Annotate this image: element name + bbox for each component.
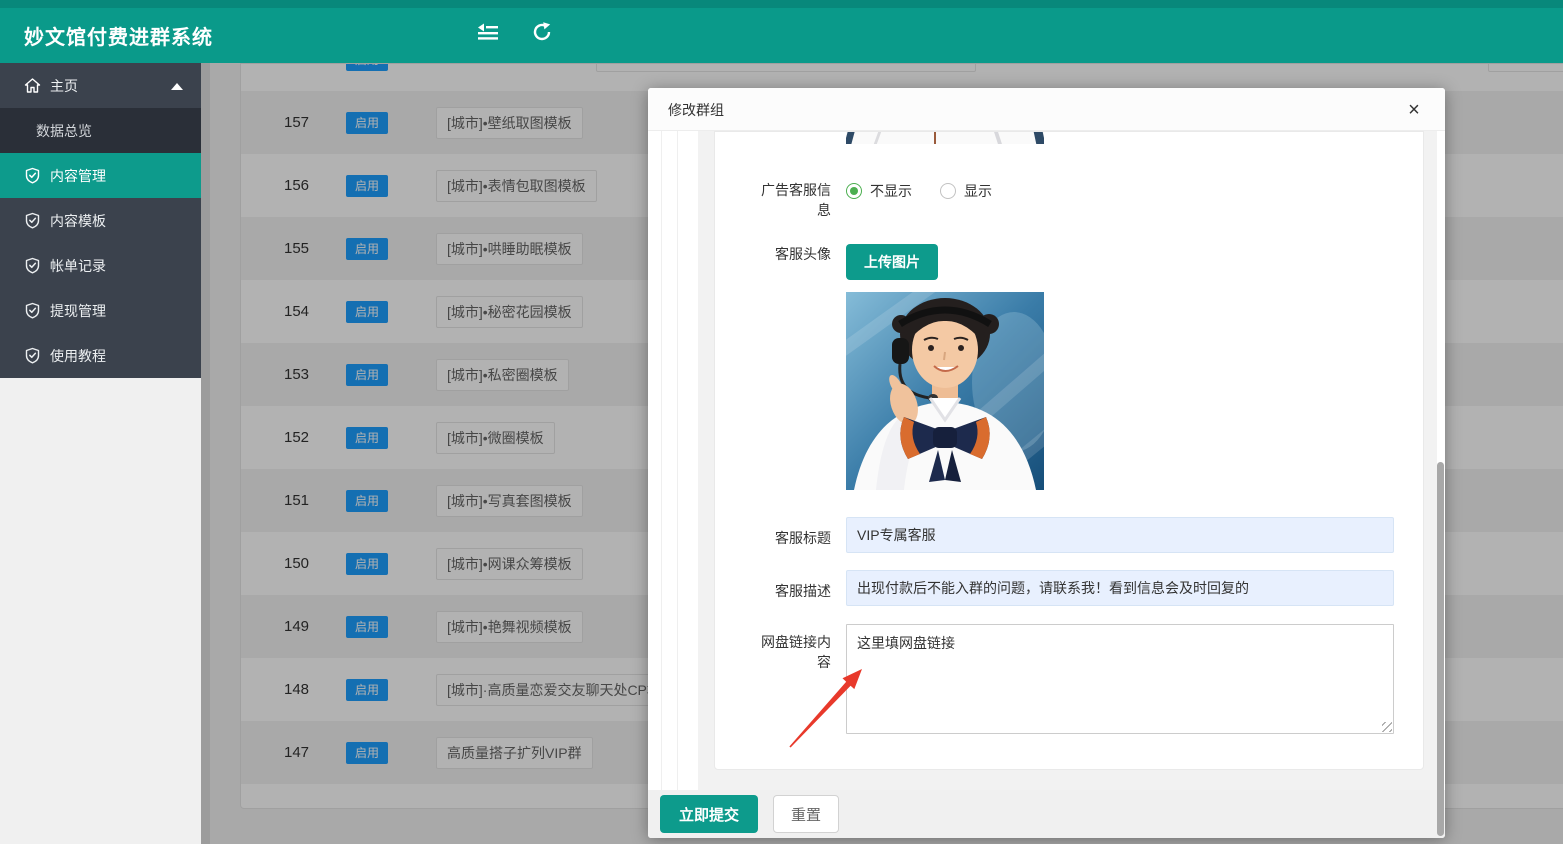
sidebar-item-label: 帐单记录 (50, 256, 106, 276)
modal-scroll-area: 广告客服信息 不显示 显示 (698, 131, 1437, 790)
refresh-icon[interactable] (532, 22, 554, 42)
collapse-menu-icon[interactable] (478, 22, 500, 42)
home-icon (24, 77, 41, 94)
caret-up-icon (171, 83, 183, 90)
service-desc-label: 客服描述 (715, 570, 831, 606)
app-root: 妙文馆付费进群系统 主页数据总览内容管理内容模板帐单记录提现管理使用教程 启用 (0, 0, 1563, 844)
app-title: 妙文馆付费进群系统 (24, 0, 213, 63)
netdisk-label: 网盘链接内容 (715, 624, 831, 734)
header-top-edge (0, 0, 1563, 8)
ad-service-radio-group: 不显示 显示 (846, 180, 1394, 201)
sidebar-item-提现管理[interactable]: 提现管理 (0, 288, 201, 333)
upload-image-button[interactable]: 上传图片 (846, 244, 938, 280)
sidebar-item-label: 主页 (50, 76, 78, 96)
sidebar-item-主页[interactable]: 主页 (0, 63, 201, 108)
sidebar-item-数据总览[interactable]: 数据总览 (0, 108, 201, 153)
sidebar-item-label: 使用教程 (50, 346, 106, 366)
form-row-service-desc: 客服描述 (715, 570, 1423, 606)
radio-label: 显示 (964, 181, 992, 201)
shield-check-icon (24, 257, 41, 274)
top-header: 妙文馆付费进群系统 (0, 0, 1563, 63)
reset-button[interactable]: 重置 (773, 795, 839, 833)
sidebar-item-label: 内容模板 (50, 211, 106, 231)
photo-strip-detail (994, 132, 1002, 144)
avatar-label: 客服头像 (715, 244, 831, 490)
photo-strip-detail (934, 132, 936, 144)
radio-checked-icon[interactable] (846, 183, 862, 199)
sidebar-item-帐单记录[interactable]: 帐单记录 (0, 243, 201, 288)
sidebar-item-使用教程[interactable]: 使用教程 (0, 333, 201, 378)
form-row-service-title: 客服标题 (715, 517, 1423, 553)
modal-header: 修改群组 × (648, 88, 1445, 131)
radio-unchecked-icon[interactable] (940, 183, 956, 199)
group-form-card: 广告客服信息 不显示 显示 (714, 131, 1424, 770)
modal-inner-border-2 (677, 131, 678, 790)
sidebar-item-label: 数据总览 (36, 121, 92, 141)
scrolled-photo-bottom-edge (846, 132, 1044, 144)
form-row-netdisk: 网盘链接内容 这里填网盘链接 (715, 624, 1423, 734)
customer-service-photo (846, 292, 1044, 490)
modal-footer: 立即提交 重置 (648, 790, 1445, 838)
sidebar-item-label: 提现管理 (50, 301, 106, 321)
close-icon[interactable]: × (1401, 97, 1427, 123)
radio-option-show[interactable]: 显示 (940, 181, 992, 201)
shield-check-icon (24, 347, 41, 364)
sidebar-item-label: 内容管理 (50, 166, 106, 186)
service-title-input[interactable] (846, 517, 1394, 553)
shield-check-icon (24, 212, 41, 229)
sidebar-item-内容模板[interactable]: 内容模板 (0, 198, 201, 243)
shield-check-icon (24, 167, 41, 184)
form-row-avatar: 客服头像 上传图片 (715, 244, 1423, 490)
modal-inner-border-1 (661, 131, 662, 790)
service-title-label: 客服标题 (715, 517, 831, 553)
photo-strip-detail (1034, 132, 1044, 144)
modal-scrollbar-thumb[interactable] (1437, 462, 1444, 836)
photo-strip-detail (846, 132, 855, 144)
sidebar-menu: 主页数据总览内容管理内容模板帐单记录提现管理使用教程 (0, 63, 201, 378)
sidebar: 主页数据总览内容管理内容模板帐单记录提现管理使用教程 (0, 63, 201, 844)
netdisk-textarea[interactable]: 这里填网盘链接 (846, 624, 1394, 734)
submit-button[interactable]: 立即提交 (660, 795, 758, 833)
photo-strip-detail (874, 132, 881, 144)
sidebar-item-内容管理[interactable]: 内容管理 (0, 153, 201, 198)
shield-check-icon (24, 302, 41, 319)
ad-service-label: 广告客服信息 (715, 180, 831, 220)
edit-group-modal: 修改群组 × 广告客服信息 (648, 88, 1445, 838)
radio-option-hide[interactable]: 不显示 (846, 181, 912, 201)
form-row-ad-service: 广告客服信息 不显示 显示 (715, 180, 1423, 220)
service-desc-input[interactable] (846, 570, 1394, 606)
radio-label: 不显示 (870, 181, 912, 201)
modal-title: 修改群组 (668, 88, 724, 131)
